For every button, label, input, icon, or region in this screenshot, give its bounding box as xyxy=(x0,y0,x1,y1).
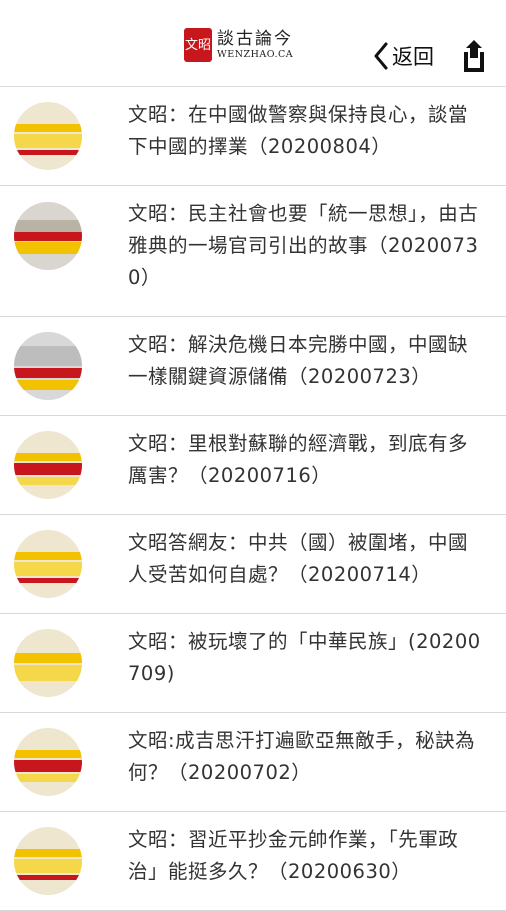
chevron-left-icon xyxy=(374,42,388,70)
episode-thumbnail xyxy=(14,629,82,697)
episode-title: 文昭：習近平抄金元帥作業，「先軍政治」能挺多久？（20200630） xyxy=(128,828,459,883)
episode-title: 文昭答網友：中共（國）被圍堵，中國人受苦如何自處？（20200714） xyxy=(128,531,469,586)
list-item[interactable]: 文昭：在中國做警察與保持良心，談當下中國的擇業（20200804） xyxy=(0,87,506,186)
episode-title: 文昭：在中國做警察與保持良心，談當下中國的擇業（20200804） xyxy=(128,103,469,158)
episode-title: 文昭：解決危機日本完勝中國，中國缺一樣關鍵資源儲備（20200723） xyxy=(128,333,469,388)
app-header: 文昭 談古論今 WENZHAO.CA 返回 xyxy=(0,0,506,87)
episode-title: 文昭：民主社會也要「統一思想」，由古雅典的一場官司引出的故事（20200730） xyxy=(128,202,479,289)
list-item[interactable]: 文昭答網友：中共（國）被圍堵，中國人受苦如何自處？（20200714） xyxy=(0,515,506,614)
list-item[interactable]: 文昭:成吉思汗打遍歐亞無敵手，秘訣為何？（20200702） xyxy=(0,713,506,812)
episode-title: 文昭：被玩壞了的「中華民族」(20200709) xyxy=(128,630,481,685)
back-label: 返回 xyxy=(392,45,434,69)
logo-subtitle: WENZHAO.CA xyxy=(217,49,294,60)
episode-thumbnail xyxy=(14,202,82,270)
episode-thumbnail xyxy=(14,530,82,598)
episode-title: 文昭:成吉思汗打遍歐亞無敵手，秘訣為何？（20200702） xyxy=(128,729,476,784)
episode-thumbnail xyxy=(14,728,82,796)
list-item[interactable]: 文昭：習近平抄金元帥作業，「先軍政治」能挺多久？（20200630） xyxy=(0,812,506,911)
list-item[interactable]: 文昭：解決危機日本完勝中國，中國缺一樣關鍵資源儲備（20200723） xyxy=(0,317,506,416)
episode-title: 文昭：里根對蘇聯的經濟戰，到底有多厲害？（20200716） xyxy=(128,432,469,487)
episode-thumbnail xyxy=(14,827,82,895)
list-item[interactable]: 文昭：里根對蘇聯的經濟戰，到底有多厲害？（20200716） xyxy=(0,416,506,515)
list-item[interactable]: 文昭：被玩壞了的「中華民族」(20200709) xyxy=(0,614,506,713)
site-logo[interactable]: 文昭 談古論今 WENZHAO.CA xyxy=(184,26,293,64)
episode-list: 文昭：在中國做警察與保持良心，談當下中國的擇業（20200804） 文昭：民主社… xyxy=(0,87,506,911)
share-button[interactable] xyxy=(458,38,490,74)
share-icon xyxy=(464,40,484,72)
episode-thumbnail xyxy=(14,431,82,499)
logo-title: 談古論今 xyxy=(217,29,293,49)
episode-thumbnail xyxy=(14,332,82,400)
logo-seal-text: 文昭 xyxy=(184,37,211,53)
list-item[interactable]: 文昭：民主社會也要「統一思想」，由古雅典的一場官司引出的故事（20200730） xyxy=(0,186,506,317)
episode-thumbnail xyxy=(14,102,82,170)
back-button[interactable]: 返回 xyxy=(372,38,434,74)
logo-seal: 文昭 xyxy=(184,28,212,62)
